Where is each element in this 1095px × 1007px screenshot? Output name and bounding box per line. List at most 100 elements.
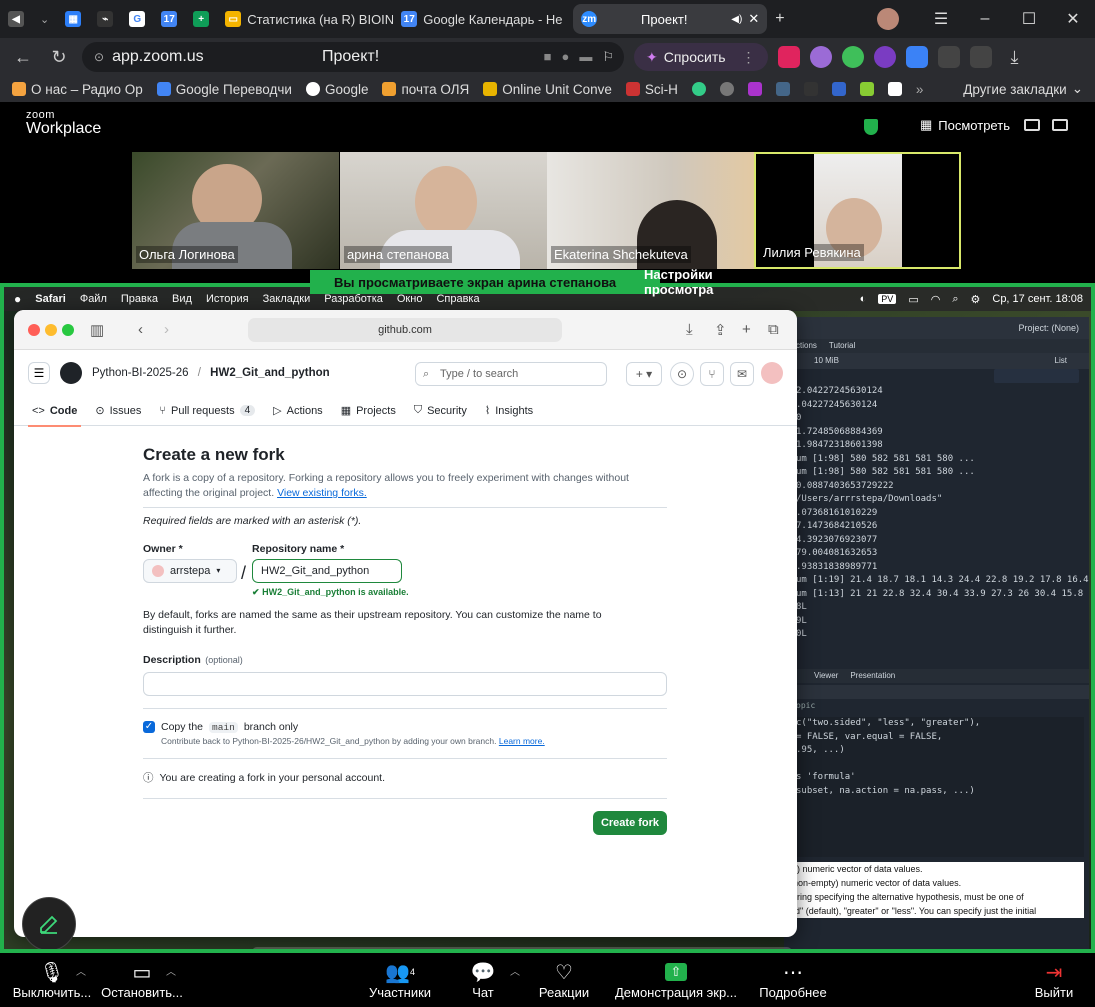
- tab-list-toggle[interactable]: ⌄: [32, 4, 57, 34]
- view-existing-forks-link[interactable]: View existing forks.: [277, 487, 367, 499]
- bookmark-icon[interactable]: [747, 82, 762, 96]
- bookmark-mail[interactable]: почта ОЛЯ: [382, 82, 469, 97]
- tab-pinned-calendar[interactable]: 17: [153, 4, 185, 34]
- bookmark-radio[interactable]: О нас – Радио Ор: [12, 82, 143, 97]
- forward-icon[interactable]: ›: [164, 321, 169, 338]
- repo-link[interactable]: HW2_Git_and_python: [210, 367, 329, 379]
- bookmark-icon[interactable]: [859, 82, 874, 96]
- learn-more-link[interactable]: Learn more.: [499, 736, 545, 746]
- bookmark-unit-converter[interactable]: Online Unit Conve: [483, 82, 612, 97]
- close-icon[interactable]: ✕: [748, 11, 759, 27]
- extension-icon[interactable]: [841, 46, 864, 68]
- search-input[interactable]: ⌕ Type / to search: [415, 362, 607, 386]
- bookmark-google[interactable]: Google: [305, 82, 368, 97]
- sidebar-icon[interactable]: ▥: [90, 321, 104, 339]
- avatar[interactable]: [761, 362, 783, 384]
- minimize-button[interactable]: –: [963, 10, 1007, 28]
- bookmark-icon[interactable]: ⚐: [602, 49, 614, 65]
- tab-statistics[interactable]: ▭ Статистика (на R) BIOIN: [217, 4, 393, 34]
- download-icon[interactable]: ⤓: [686, 321, 693, 338]
- ask-button[interactable]: ✦ Спросить ⋮: [634, 43, 768, 71]
- tab-actions[interactable]: ▷ Actions: [273, 396, 323, 426]
- minimize-window-dot[interactable]: [45, 324, 57, 336]
- more-icon[interactable]: ⋮: [742, 49, 756, 66]
- reload-icon[interactable]: ↻: [46, 47, 72, 68]
- safari-url-field[interactable]: github.com: [248, 318, 562, 342]
- new-tab-button[interactable]: +: [767, 4, 792, 34]
- issues-icon[interactable]: ⊙: [670, 362, 694, 386]
- back-icon[interactable]: ‹: [138, 321, 143, 338]
- extension-icon[interactable]: [809, 46, 832, 68]
- tab-pinned-sheets[interactable]: +: [185, 4, 217, 34]
- tab-issues[interactable]: ⊙ Issues: [95, 396, 141, 426]
- chevron-up-icon[interactable]: ︿: [166, 963, 176, 978]
- tabs-overview-icon[interactable]: ⧉: [768, 321, 779, 338]
- bookmark-icon[interactable]: [775, 82, 790, 96]
- memory-usage[interactable]: 10 MiB: [814, 353, 839, 369]
- speaker-icon[interactable]: ◀): [731, 14, 742, 25]
- new-tab-icon[interactable]: +: [742, 321, 751, 338]
- bookmark-icon[interactable]: [887, 82, 902, 96]
- participant-video[interactable]: арина степанова: [340, 152, 547, 269]
- org-link[interactable]: Python-BI-2025-26: [92, 367, 189, 379]
- environment-search[interactable]: [994, 369, 1079, 383]
- tab-pinned-1[interactable]: ▦: [57, 4, 89, 34]
- tab-calendar[interactable]: 17 Google Календарь - Не: [393, 4, 569, 34]
- tab-zoom-project[interactable]: zm Проект! ◀) ✕: [573, 4, 768, 34]
- chevron-up-icon[interactable]: ︿: [76, 963, 86, 978]
- other-bookmarks[interactable]: Другие закладки ⌄: [963, 81, 1083, 97]
- repo-name-input[interactable]: HW2_Git_and_python: [252, 559, 403, 583]
- list-dropdown[interactable]: List: [1055, 353, 1067, 369]
- shield-icon[interactable]: [864, 119, 878, 135]
- fullscreen-icon[interactable]: [1052, 119, 1068, 131]
- owner-select[interactable]: arrstepa ▾: [143, 559, 237, 583]
- close-window-button[interactable]: ✕: [1051, 9, 1095, 29]
- create-fork-button[interactable]: Create fork: [593, 811, 667, 835]
- participant-video[interactable]: Ekaterina Shchekuteva: [547, 152, 754, 269]
- rstudio-project[interactable]: Project: (None): [784, 317, 1089, 339]
- extension-icon[interactable]: [777, 46, 800, 68]
- annotate-button[interactable]: [22, 897, 76, 949]
- tab-pinned-2[interactable]: ⌁: [89, 4, 121, 34]
- extensions-puzzle-icon[interactable]: [937, 46, 960, 68]
- tab-security[interactable]: ⛉ Security: [414, 396, 467, 426]
- chat-button[interactable]: 💬 Чат: [466, 959, 500, 1001]
- bookmark-icon[interactable]: [719, 82, 734, 96]
- participant-video-active[interactable]: Лилия Ревякина: [754, 152, 961, 269]
- zoom-window-dot[interactable]: [62, 324, 74, 336]
- tab-projects[interactable]: ▦ Projects: [341, 396, 396, 426]
- extension-icon[interactable]: [873, 46, 896, 68]
- rstudio-tab[interactable]: Presentation: [850, 669, 895, 683]
- picture-in-picture-icon[interactable]: [1024, 119, 1040, 131]
- sidebar-icon[interactable]: [969, 46, 992, 68]
- view-settings-button[interactable]: Настройки просмотра: [644, 267, 713, 297]
- rstudio-tab[interactable]: Tutorial: [829, 339, 855, 353]
- github-logo-icon[interactable]: [60, 362, 82, 384]
- bookmark-icon[interactable]: [803, 82, 818, 96]
- tab-pinned-google[interactable]: G: [121, 4, 153, 34]
- share-screen-button[interactable]: ⇧ Демонстрация экр...: [614, 959, 738, 1000]
- hamburger-menu-icon[interactable]: ☰: [28, 362, 50, 384]
- menu-icon[interactable]: ☰: [919, 9, 963, 29]
- share-icon[interactable]: ⇪: [714, 321, 727, 339]
- close-window-dot[interactable]: [28, 324, 40, 336]
- chevron-up-icon[interactable]: ︿: [510, 963, 520, 978]
- tab-code[interactable]: <> Code: [27, 396, 82, 427]
- create-new-button[interactable]: + ▾: [626, 362, 662, 386]
- download-icon[interactable]: ⤓: [1002, 47, 1028, 68]
- back-icon[interactable]: ←: [10, 47, 36, 68]
- bookmark-translate[interactable]: Google Переводчи: [156, 82, 292, 97]
- bookmark-scihub[interactable]: Sci-H: [625, 82, 678, 97]
- maximize-button[interactable]: ☐: [1007, 9, 1051, 29]
- view-button[interactable]: ▦ Посмотреть: [920, 117, 1010, 133]
- rstudio-tab[interactable]: ctions: [796, 339, 817, 353]
- tab-pull-requests[interactable]: ⑂ Pull requests 4: [159, 396, 256, 426]
- chevron-right-icon[interactable]: »: [916, 82, 924, 97]
- copy-branch-checkbox[interactable]: ✓: [143, 721, 155, 733]
- participants-button[interactable]: 👥 4 Участники: [366, 959, 434, 1001]
- extension-icon[interactable]: [905, 46, 928, 68]
- pull-requests-icon[interactable]: ⑂: [700, 362, 724, 386]
- bookmark-icon[interactable]: [831, 82, 846, 96]
- url-field[interactable]: ⊙ app.zoom.us Проект! ■ ● ▬ ⚐: [82, 42, 624, 72]
- profile-avatar[interactable]: [877, 8, 899, 30]
